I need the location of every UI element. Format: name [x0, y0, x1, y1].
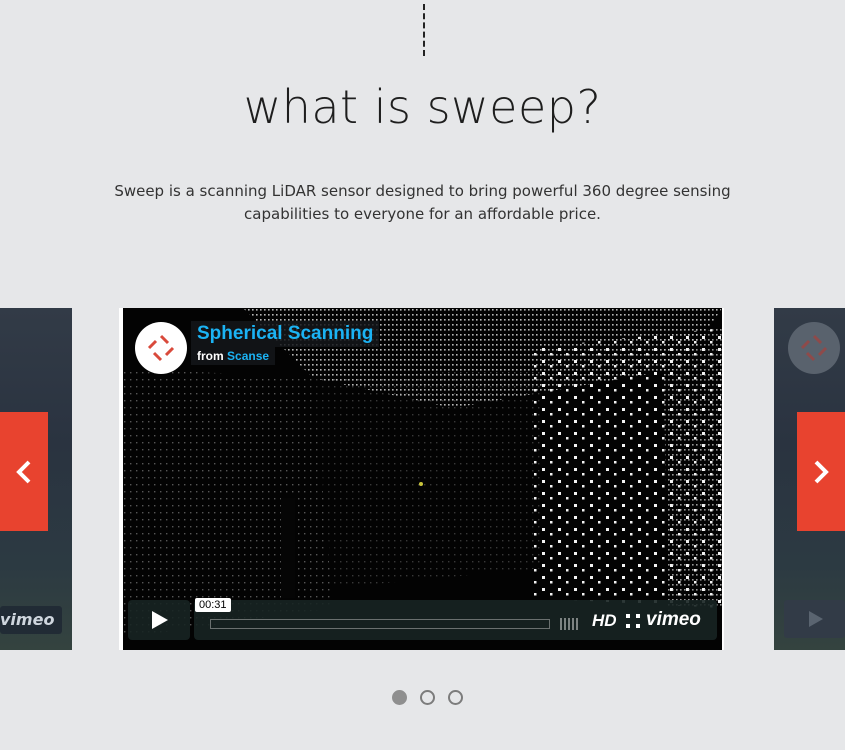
scanse-logo-icon[interactable] [135, 322, 187, 374]
player-controls: HD vimeo 00:31 [128, 598, 717, 640]
time-tooltip: 00:31 [195, 598, 231, 612]
divider-line [423, 4, 425, 56]
section-heading: what is sweep? [243, 80, 602, 134]
fullscreen-icon[interactable] [626, 614, 640, 628]
carousel-next-button[interactable] [797, 412, 845, 531]
byline-prefix: from [197, 349, 224, 363]
vimeo-logo[interactable]: vimeo [646, 609, 701, 631]
progress-bar[interactable] [210, 619, 550, 629]
scanse-logo-icon [788, 322, 840, 374]
video-player[interactable]: Spherical Scanning from Scanse HD vimeo … [119, 308, 724, 650]
video-carousel: vimeo Spherical Scanning from Scanse HD … [0, 308, 845, 650]
volume-control[interactable] [560, 618, 578, 630]
video-title-link[interactable]: Spherical Scanning [191, 321, 380, 347]
play-icon [152, 611, 168, 629]
hd-toggle[interactable]: HD [592, 611, 617, 631]
pagination-dot[interactable] [448, 690, 463, 705]
video-byline: from Scanse [191, 347, 276, 365]
section-description: Sweep is a scanning LiDAR sensor designe… [114, 182, 731, 223]
chevron-left-icon [16, 460, 31, 483]
vimeo-logo: vimeo [0, 606, 62, 634]
carousel-prev-button[interactable] [0, 412, 48, 531]
play-button[interactable] [128, 600, 190, 640]
play-button[interactable] [784, 600, 845, 638]
carousel-pagination [392, 690, 463, 705]
pagination-dot[interactable] [392, 690, 407, 705]
pagination-dot[interactable] [420, 690, 435, 705]
control-bar: HD vimeo [194, 600, 717, 640]
chevron-right-icon [814, 460, 829, 483]
owner-link[interactable]: Scanse [227, 349, 269, 363]
